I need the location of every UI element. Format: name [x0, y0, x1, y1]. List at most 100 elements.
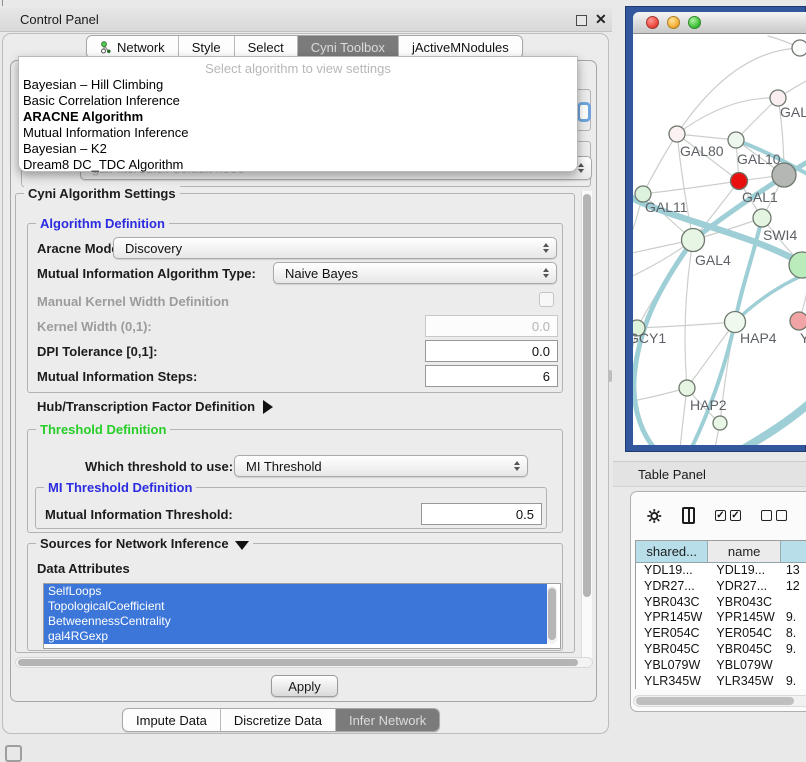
- table-cell: YDR27...: [636, 579, 708, 595]
- column-header[interactable]: [781, 541, 806, 563]
- table-cell: YLR345W: [636, 674, 708, 689]
- aracne-mode-combo[interactable]: Discovery: [113, 237, 557, 259]
- network-node-gal10[interactable]: [728, 132, 744, 148]
- hub-definition-toggle[interactable]: Hub/Transcription Factor Definition: [37, 399, 273, 414]
- tab-cyni-toolbox[interactable]: Cyni Toolbox: [298, 36, 399, 58]
- table-row[interactable]: YBL079WYBL079W: [636, 658, 806, 674]
- deselect-all-icon[interactable]: [761, 510, 787, 521]
- table-row[interactable]: YBR045CYBR045C9.: [636, 642, 806, 658]
- close-window-icon[interactable]: [646, 16, 659, 29]
- table-rows: YDL19...YDL19...13YDR27...YDR27...12YBR0…: [636, 563, 806, 689]
- network-edge[interactable]: [743, 402, 806, 445]
- manual-kernel-checkbox[interactable]: [539, 292, 554, 307]
- network-node[interactable]: [792, 40, 806, 56]
- table-row[interactable]: YDR27...YDR27...12: [636, 579, 806, 595]
- network-edge[interactable]: [736, 98, 778, 140]
- node-label: GAL4: [695, 252, 731, 268]
- tab-infer-network[interactable]: Infer Network: [336, 709, 439, 731]
- table-horizontal-scrollbar[interactable]: [633, 695, 806, 707]
- network-node-hap2[interactable]: [679, 380, 695, 396]
- algorithm-combo-focus-ring[interactable]: [577, 102, 591, 122]
- attribute-item[interactable]: TopologicalCoefficient: [44, 599, 547, 614]
- apply-button-label: Apply: [288, 679, 321, 694]
- network-edge[interactable]: [637, 322, 735, 328]
- node-label: SWI4: [763, 227, 797, 243]
- dpi-tolerance-field[interactable]: 0.0: [425, 340, 558, 362]
- network-node[interactable]: [772, 163, 796, 187]
- algorithm-option[interactable]: Bayesian – K2: [19, 141, 577, 157]
- network-node-gal4[interactable]: [682, 229, 705, 252]
- network-edge[interactable]: [677, 98, 778, 134]
- network-edge[interactable]: [643, 134, 677, 194]
- algorithm-option[interactable]: Mutual Information Inference: [19, 125, 577, 141]
- settings-vertical-scrollbar[interactable]: [581, 191, 592, 667]
- data-attributes-list[interactable]: SelfLoopsTopologicalCoefficientBetweenne…: [43, 583, 561, 649]
- mi-type-combo[interactable]: Naive Bayes: [273, 262, 557, 284]
- network-edge[interactable]: [677, 134, 736, 140]
- table-row[interactable]: YDL19...YDL19...13: [636, 563, 806, 579]
- tab-network[interactable]: Network: [87, 36, 179, 58]
- column-header[interactable]: shared...: [636, 541, 708, 563]
- network-window-titlebar[interactable]: [633, 12, 806, 34]
- tab-impute-data[interactable]: Impute Data: [123, 709, 221, 731]
- attribute-item[interactable]: SelfLoops: [44, 584, 547, 599]
- network-node-gal1[interactable]: [731, 173, 748, 190]
- tab-jactivemnodules[interactable]: jActiveMNodules: [399, 36, 522, 58]
- control-panel-title: Control Panel: [20, 12, 99, 27]
- table-row[interactable]: YER054CYER054C8.: [636, 626, 806, 642]
- network-edge[interactable]: [643, 181, 739, 194]
- table-toolbar: ✓✓: [631, 492, 806, 539]
- network-node-swi4[interactable]: [753, 209, 771, 227]
- settings-horizontal-scrollbar[interactable]: [15, 657, 593, 668]
- tab-discretize-data[interactable]: Discretize Data: [221, 709, 336, 731]
- attribute-item[interactable]: gal4RGexp: [44, 629, 547, 644]
- node-label: GAL10: [737, 151, 781, 167]
- algorithm-option[interactable]: Basic Correlation Inference: [19, 93, 577, 109]
- table-cell: YBR043C: [708, 595, 780, 611]
- splitter-handle[interactable]: [608, 370, 612, 382]
- mi-type-value: Naive Bayes: [285, 266, 358, 281]
- algorithm-option[interactable]: Dream8 DC_TDC Algorithm: [19, 157, 577, 173]
- minimize-window-icon[interactable]: [667, 16, 680, 29]
- kernel-width-field[interactable]: 0.0: [425, 315, 558, 337]
- algorithm-definition-title: Algorithm Definition: [36, 216, 169, 231]
- network-node-gal80[interactable]: [669, 126, 685, 142]
- table-cell: YER054C: [708, 626, 780, 642]
- sources-title: Sources for Network Inference: [36, 536, 253, 551]
- minimized-panel-icon[interactable]: [5, 745, 22, 762]
- list-scrollbar[interactable]: [547, 586, 557, 644]
- table-cell: 9.: [781, 610, 806, 626]
- table-row[interactable]: YBR043CYBR043C: [636, 595, 806, 611]
- network-edge[interactable]: [685, 240, 693, 388]
- combo-arrows-icon: [578, 163, 584, 173]
- mi-threshold-title: MI Threshold Definition: [44, 480, 196, 495]
- tab-select[interactable]: Select: [235, 36, 298, 58]
- table-row[interactable]: YPR145WYPR145W9.: [636, 610, 806, 626]
- column-visibility-icon[interactable]: [682, 507, 695, 524]
- node-label: HAP4: [740, 330, 777, 346]
- which-threshold-combo[interactable]: MI Threshold: [234, 455, 528, 477]
- apply-button[interactable]: Apply: [271, 675, 338, 697]
- tab-style[interactable]: Style: [179, 36, 235, 58]
- cyni-settings-title: Cyni Algorithm Settings: [24, 186, 180, 201]
- table-cell: [781, 658, 806, 674]
- table-row[interactable]: YLR345WYLR345W9.: [636, 674, 806, 689]
- algorithm-option[interactable]: ARACNE Algorithm: [19, 109, 577, 125]
- mi-threshold-field[interactable]: 0.5: [421, 503, 542, 525]
- network-window[interactable]: GALGAL80GAL10GAL1GAL11SWI4GAL4GCY1HAP4YH…: [625, 6, 806, 452]
- network-node-y[interactable]: [790, 312, 806, 330]
- mi-steps-field[interactable]: 6: [425, 365, 558, 387]
- select-all-icon[interactable]: ✓✓: [715, 510, 741, 521]
- network-canvas[interactable]: GALGAL80GAL10GAL1GAL11SWI4GAL4GCY1HAP4YH…: [633, 34, 806, 445]
- network-inner-window: GALGAL80GAL10GAL1GAL11SWI4GAL4GCY1HAP4YH…: [633, 12, 806, 445]
- column-header[interactable]: name: [708, 541, 780, 563]
- network-node[interactable]: [713, 416, 727, 430]
- table-cell: 9.: [781, 674, 806, 689]
- algorithm-option[interactable]: Bayesian – Hill Climbing: [19, 77, 577, 93]
- close-panel-icon[interactable]: ✕: [595, 14, 607, 25]
- attribute-item[interactable]: BetweennessCentrality: [44, 614, 547, 629]
- zoom-window-icon[interactable]: [688, 16, 701, 29]
- gear-icon[interactable]: [647, 506, 662, 526]
- float-panel-icon[interactable]: [576, 15, 587, 26]
- table-cell: YBR045C: [636, 642, 708, 658]
